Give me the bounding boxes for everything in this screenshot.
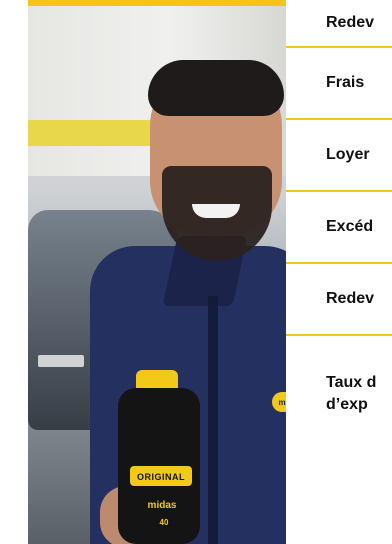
list-item-label: Redev — [326, 14, 375, 31]
technician-zip — [208, 296, 218, 544]
list-item-label: Redev — [326, 290, 375, 307]
list-item-label-line-1: Taux d — [326, 374, 377, 391]
technician-hair — [148, 60, 284, 116]
oil-bottle-brand: midas — [147, 499, 177, 511]
list-item[interactable]: Frais — [286, 48, 392, 120]
oil-bottle-number: 40 — [159, 518, 169, 527]
midas-badge-icon: midas — [272, 392, 286, 412]
list-item-label: Frais — [326, 74, 365, 91]
oil-bottle-line: ORIGINAL — [137, 472, 185, 482]
list-item[interactable]: Redev — [286, 0, 392, 48]
list-item[interactable]: Excéd — [286, 192, 392, 264]
list-item-label-multiline: Taux d d’exp — [326, 372, 376, 416]
hero-photo: midas midas ORIGINAL 40 — [28, 0, 286, 544]
list-item-label: Excéd — [326, 218, 374, 235]
technician-illustration: midas midas ORIGINAL 40 — [80, 26, 286, 544]
background-license-plate — [38, 355, 84, 367]
list-item[interactable]: Loyer — [286, 120, 392, 192]
list-item[interactable]: Redev — [286, 264, 392, 336]
midas-badge-text: midas — [278, 397, 286, 407]
right-list: Redev Frais Loyer Excéd Redev Taux d d’e… — [286, 0, 392, 432]
list-item-label: Loyer — [326, 146, 370, 163]
technician-smile — [192, 204, 240, 218]
list-item[interactable]: Taux d d’exp — [286, 336, 392, 432]
list-item-label-line-2: d’exp — [326, 396, 368, 413]
